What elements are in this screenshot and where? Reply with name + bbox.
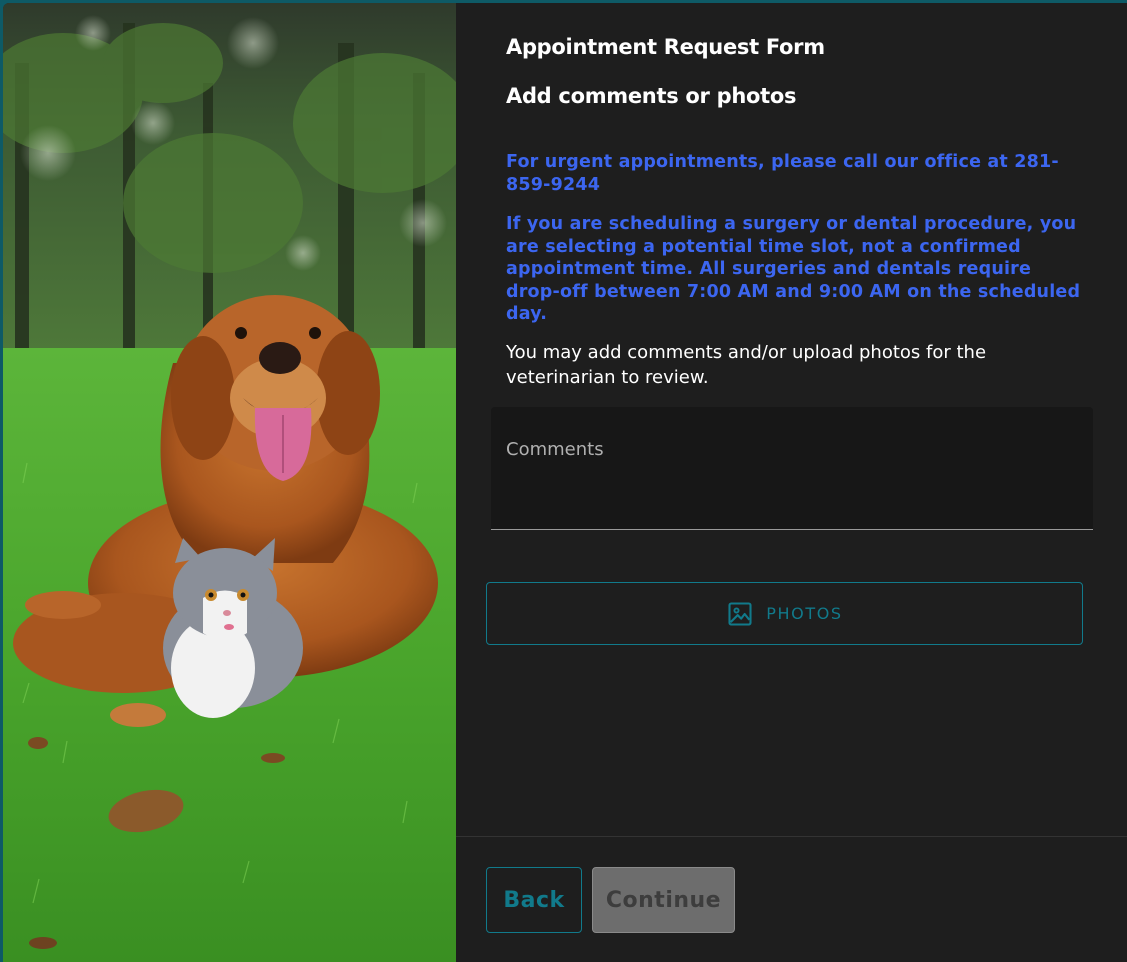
instructions-text: You may add comments and/or upload photo… xyxy=(506,342,987,388)
hero-photo-dog-and-cat xyxy=(3,3,456,962)
footer-divider xyxy=(456,836,1127,837)
step-title: Add comments or photos xyxy=(506,84,797,108)
back-button[interactable]: Back xyxy=(486,867,582,933)
continue-button[interactable]: Continue xyxy=(592,867,735,933)
comments-field[interactable] xyxy=(491,407,1093,530)
photos-upload-button[interactable]: PHOTOS xyxy=(486,582,1083,645)
photos-button-label: PHOTOS xyxy=(766,604,843,623)
surgery-notice: If you are scheduling a surgery or denta… xyxy=(506,214,1081,324)
appointment-dialog: Appointment Request Form Add comments or… xyxy=(3,3,1127,962)
form-panel: Appointment Request Form Add comments or… xyxy=(456,3,1127,962)
urgent-notice: For urgent appointments, please call our… xyxy=(506,152,1059,195)
form-title: Appointment Request Form xyxy=(506,35,825,59)
image-icon xyxy=(726,600,754,628)
comments-input[interactable] xyxy=(491,407,1093,529)
